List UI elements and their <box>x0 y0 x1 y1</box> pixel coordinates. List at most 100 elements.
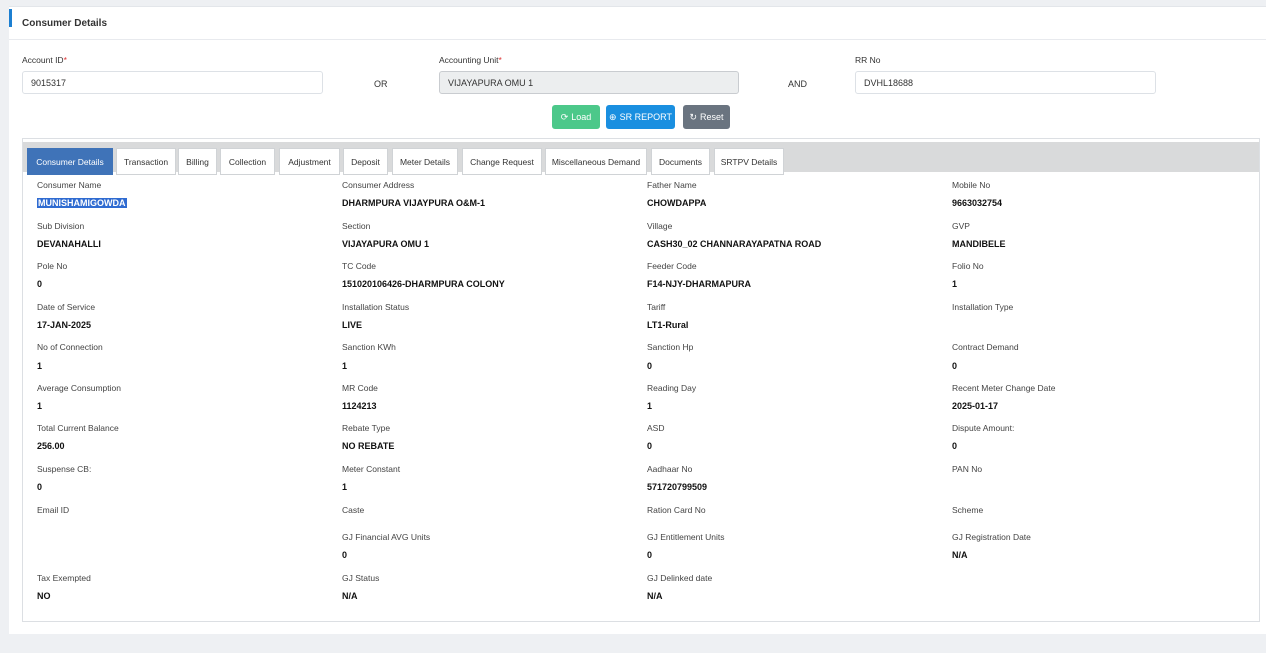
gj-status-label: GJ Status <box>342 573 380 583</box>
recent-meter-change-date-value: 2025-01-17 <box>952 401 999 411</box>
average-consumption-label: Average Consumption <box>37 383 121 393</box>
tab-miscellaneous-demand[interactable]: Miscellaneous Demand <box>545 148 647 175</box>
folio-no-value: 1 <box>952 279 958 289</box>
pole-no-value: 0 <box>37 279 43 289</box>
sr-report-button-label: SR REPORT <box>619 112 672 122</box>
tab-transaction[interactable]: Transaction <box>116 148 176 175</box>
and-text: AND <box>788 79 808 89</box>
no-of-connection-value: 1 <box>37 361 43 371</box>
total-current-balance-label: Total Current Balance <box>37 423 119 433</box>
gj-entitlement-units-value: 0 <box>647 550 653 560</box>
folio-no-label: Folio No <box>952 261 984 271</box>
tax-exempted-value: NO <box>37 591 51 601</box>
father-name-value: CHOWDAPPA <box>647 198 707 208</box>
gj-registration-date-label: GJ Registration Date <box>952 532 1031 542</box>
rr-no-input[interactable]: DVHL18688 <box>855 71 1156 94</box>
suspense-cb-label: Suspense CB: <box>37 464 92 474</box>
dispute-amount-value: 0 <box>952 441 958 451</box>
tc-code-value: 151020106426-DHARMPURA COLONY <box>342 279 505 289</box>
sanction-kwh-value: 1 <box>342 361 348 371</box>
gj-financial-avg-units-value: 0 <box>342 550 348 560</box>
sub-division-label: Sub Division <box>37 221 85 231</box>
pan-no-label: PAN No <box>952 464 983 474</box>
account-id-label: Account ID* <box>22 55 67 65</box>
feeder-code-value: F14-NJY-DHARMAPURA <box>647 279 752 289</box>
date-of-service-value: 17-JAN-2025 <box>37 320 92 330</box>
section-value: VIJAYAPURA OMU 1 <box>342 239 430 249</box>
meter-constant-label: Meter Constant <box>342 464 401 474</box>
accounting-unit-label: Accounting Unit* <box>439 55 502 65</box>
mr-code-value: 1124213 <box>342 401 377 411</box>
tc-code-label: TC Code <box>342 261 377 271</box>
feeder-code-label: Feeder Code <box>647 261 697 271</box>
card-header: Consumer Details <box>9 7 1266 40</box>
caste-label: Caste <box>342 505 365 515</box>
dispute-amount-label: Dispute Amount: <box>952 423 1015 433</box>
sr-report-button[interactable]: ⊕ SR REPORT <box>606 105 675 129</box>
load-button[interactable]: ⟳ Load <box>552 105 600 129</box>
sanction-hp-value: 0 <box>647 361 653 371</box>
suspense-cb-value: 0 <box>37 482 43 492</box>
tab-billing[interactable]: Billing <box>178 148 217 175</box>
accounting-unit-select[interactable]: VIJAYAPURA OMU 1 <box>439 71 739 94</box>
tab-consumer-details[interactable]: Consumer Details <box>27 148 113 175</box>
gvp-value: MANDIBELE <box>952 239 1006 249</box>
mobile-no-value: 9663032754 <box>952 198 1003 208</box>
father-name-label: Father Name <box>647 180 697 190</box>
aadhaar-no-label: Aadhaar No <box>647 464 693 474</box>
meter-constant-value: 1 <box>342 482 348 492</box>
rebate-type-value: NO REBATE <box>342 441 395 451</box>
rr-no-label: RR No <box>855 55 881 65</box>
tab-documents[interactable]: Documents <box>651 148 710 175</box>
or-text: OR <box>374 79 388 89</box>
section-label: Section <box>342 221 371 231</box>
date-of-service-label: Date of Service <box>37 302 96 312</box>
gj-delinked-date-value: N/A <box>647 591 663 601</box>
installation-status-label: Installation Status <box>342 302 410 312</box>
aadhaar-no-value: 571720799509 <box>647 482 708 492</box>
average-consumption-value: 1 <box>37 401 43 411</box>
total-current-balance-value: 256.00 <box>37 441 65 451</box>
installation-status-value: LIVE <box>342 320 363 330</box>
tariff-label: Tariff <box>647 302 666 312</box>
tab-srtpv-details[interactable]: SRTPV Details <box>714 148 784 175</box>
refresh-icon: ↻ <box>689 111 698 122</box>
gj-registration-date-value: N/A <box>952 550 968 560</box>
tab-adjustment[interactable]: Adjustment <box>279 148 340 175</box>
reset-button[interactable]: ↻ Reset <box>683 105 730 129</box>
reset-button-label: Reset <box>700 112 724 122</box>
details-panel: Consumer Details Transaction Billing Col… <box>22 138 1260 622</box>
tax-exempted-label: Tax Exempted <box>37 573 91 583</box>
installation-type-label: Installation Type <box>952 302 1014 312</box>
mr-code-label: MR Code <box>342 383 378 393</box>
gj-financial-avg-units-label: GJ Financial AVG Units <box>342 532 431 542</box>
tab-meter-details[interactable]: Meter Details <box>392 148 458 175</box>
consumer-address-value: DHARMPURA VIJAYPURA O&M-1 <box>342 198 486 208</box>
consumer-address-label: Consumer Address <box>342 180 415 190</box>
account-id-input[interactable]: 9015317 <box>22 71 323 94</box>
header-accent-bar <box>9 9 12 27</box>
asd-value: 0 <box>647 441 653 451</box>
email-id-label: Email ID <box>37 505 70 515</box>
consumer-name-text: MUNISHAMIGOWDA <box>37 198 127 208</box>
reading-day-value: 1 <box>647 401 653 411</box>
gj-delinked-date-label: GJ Delinked date <box>647 573 713 583</box>
gj-status-value: N/A <box>342 591 358 601</box>
contract-demand-value: 0 <box>952 361 958 371</box>
tab-change-request[interactable]: Change Request <box>462 148 542 175</box>
consumer-name-label: Consumer Name <box>37 180 102 190</box>
mobile-no-label: Mobile No <box>952 180 991 190</box>
village-value: CASH30_02 CHANNARAYAPATNA ROAD <box>647 239 822 249</box>
gvp-label: GVP <box>952 221 970 231</box>
tab-deposit[interactable]: Deposit <box>343 148 388 175</box>
rebate-type-label: Rebate Type <box>342 423 391 433</box>
tab-collection[interactable]: Collection <box>220 148 275 175</box>
spinner-icon: ⟳ <box>560 111 569 122</box>
reading-day-label: Reading Day <box>647 383 697 393</box>
sanction-kwh-label: Sanction KWh <box>342 342 396 352</box>
sanction-hp-label: Sanction Hp <box>647 342 694 352</box>
village-label: Village <box>647 221 673 231</box>
ration-card-no-label: Ration Card No <box>647 505 706 515</box>
recent-meter-change-date-label: Recent Meter Change Date <box>952 383 1056 393</box>
scheme-label: Scheme <box>952 505 984 515</box>
